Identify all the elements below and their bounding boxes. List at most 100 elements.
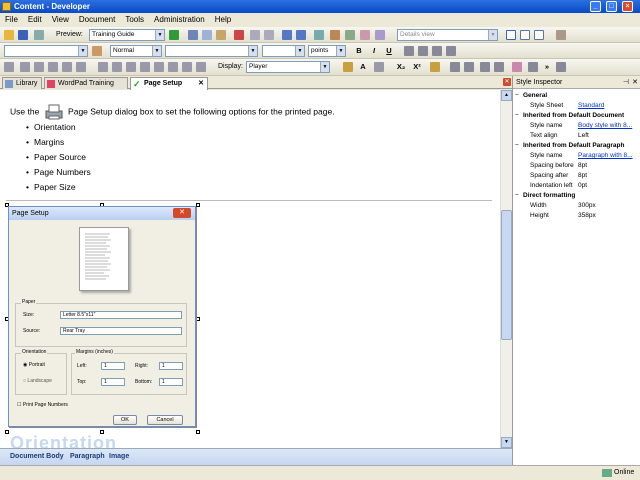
eraser-icon[interactable]: [430, 62, 440, 72]
layout-3-icon[interactable]: [534, 30, 544, 40]
tab-close-icon[interactable]: ✕: [198, 78, 204, 89]
subscript-button[interactable]: X₂: [394, 62, 408, 72]
highlight-icon[interactable]: [343, 62, 353, 72]
insert-anchor-icon[interactable]: [34, 62, 44, 72]
underline-button[interactable]: U: [384, 46, 394, 56]
style-brush-icon[interactable]: [92, 46, 102, 56]
spell-check-icon[interactable]: [360, 30, 370, 40]
variable-icon[interactable]: [154, 62, 164, 72]
document-editor[interactable]: Use the Page Setup dialog box to set the…: [0, 90, 500, 448]
save-icon[interactable]: [18, 30, 28, 40]
resize-handle[interactable]: [5, 430, 9, 434]
align-right-icon[interactable]: [432, 46, 442, 56]
options-icon[interactable]: [556, 62, 566, 72]
layout-1-icon[interactable]: [506, 30, 516, 40]
media-icon[interactable]: [126, 62, 136, 72]
close-window-button[interactable]: ×: [622, 1, 633, 12]
find-icon[interactable]: [250, 30, 260, 40]
snippet-icon[interactable]: [168, 62, 178, 72]
open-icon[interactable]: [4, 30, 14, 40]
scroll-down-icon[interactable]: ▼: [501, 437, 512, 448]
bullets-icon[interactable]: [450, 62, 460, 72]
tab-page-setup[interactable]: ✓ Page Setup ✕: [130, 77, 208, 90]
property-link[interactable]: Paragraph with 8...: [578, 151, 640, 161]
clear-format-icon[interactable]: [374, 62, 384, 72]
font-size-combo[interactable]: ▼: [262, 45, 305, 57]
view-combo[interactable]: Details view ▼: [397, 29, 498, 41]
font-color-button[interactable]: A: [358, 62, 368, 72]
path-paragraph[interactable]: Paragraph: [70, 449, 105, 465]
display-combo[interactable]: Player ▼: [246, 61, 330, 73]
table-icon[interactable]: [345, 30, 355, 40]
document-scrollbar[interactable]: ▲ ▼: [500, 90, 512, 448]
menu-help[interactable]: Help: [210, 13, 236, 27]
section-general[interactable]: General: [513, 91, 640, 101]
outdent-icon[interactable]: [480, 62, 490, 72]
insert-1-icon[interactable]: [4, 62, 14, 72]
path-document-body[interactable]: Document Body: [10, 449, 64, 465]
insert-table-icon[interactable]: [62, 62, 72, 72]
resize-handle[interactable]: [196, 317, 200, 321]
close-document-icon[interactable]: ✕: [503, 78, 511, 86]
more-icon[interactable]: »: [542, 62, 552, 72]
cut-icon[interactable]: [188, 30, 198, 40]
menu-tools[interactable]: Tools: [120, 13, 149, 27]
preview-combo[interactable]: Training Guide ▼: [89, 29, 165, 41]
style-icon[interactable]: [512, 62, 522, 72]
maximize-button[interactable]: □: [606, 1, 617, 12]
page-setup-image[interactable]: Page Setup ✕ Paper Size: Letter 8.5"x11"…: [8, 206, 196, 427]
align-left-icon[interactable]: [404, 46, 414, 56]
menu-file[interactable]: File: [0, 13, 23, 27]
align-center-icon[interactable]: [418, 46, 428, 56]
menu-edit[interactable]: Edit: [23, 13, 47, 27]
font-name-combo[interactable]: ▼: [165, 45, 258, 57]
numbering-icon[interactable]: [464, 62, 474, 72]
menu-administration[interactable]: Administration: [149, 13, 210, 27]
settings-icon[interactable]: [556, 30, 566, 40]
undo-icon[interactable]: [282, 30, 292, 40]
path-image[interactable]: Image: [109, 449, 129, 465]
justify-icon[interactable]: [446, 46, 456, 56]
superscript-button[interactable]: X²: [410, 62, 424, 72]
glossary-icon[interactable]: [196, 62, 206, 72]
font-combo[interactable]: ▼: [4, 45, 88, 57]
tab-wordpad-training[interactable]: WordPad Training: [44, 77, 128, 89]
indent-icon[interactable]: [494, 62, 504, 72]
section-inherited-paragraph[interactable]: Inherited from Default Paragraph: [513, 141, 640, 151]
print-icon[interactable]: [34, 30, 44, 40]
tab-library[interactable]: Library: [2, 77, 42, 89]
menu-view[interactable]: View: [47, 13, 74, 27]
go-icon[interactable]: [169, 30, 179, 40]
resize-handle[interactable]: [196, 430, 200, 434]
field-icon[interactable]: [140, 62, 150, 72]
redo-icon[interactable]: [296, 30, 306, 40]
image-icon[interactable]: [330, 30, 340, 40]
resize-handle[interactable]: [196, 203, 200, 207]
properties-icon[interactable]: [375, 30, 385, 40]
scroll-thumb[interactable]: [501, 210, 512, 340]
size-unit-combo[interactable]: points ▼: [308, 45, 346, 57]
condition-icon[interactable]: [182, 62, 192, 72]
layout-2-icon[interactable]: [520, 30, 530, 40]
replace-icon[interactable]: [264, 30, 274, 40]
insert-link-icon[interactable]: [20, 62, 30, 72]
link-icon[interactable]: [314, 30, 324, 40]
property-link[interactable]: Body style with 8...: [578, 121, 640, 131]
style-combo[interactable]: Normal ▼: [110, 45, 162, 57]
insert-image-icon[interactable]: [48, 62, 58, 72]
bold-button[interactable]: B: [354, 46, 364, 56]
paste-icon[interactable]: [216, 30, 226, 40]
property-link[interactable]: Standard: [578, 101, 640, 111]
italic-button[interactable]: I: [369, 46, 379, 56]
pin-icon[interactable]: ⊣: [623, 76, 629, 89]
close-icon[interactable]: ✕: [632, 76, 638, 89]
insert-grid-icon[interactable]: [76, 62, 86, 72]
minimize-button[interactable]: _: [590, 1, 601, 12]
symbol-icon[interactable]: [112, 62, 122, 72]
section-direct-formatting[interactable]: Direct formatting: [513, 191, 640, 201]
section-inherited-document[interactable]: Inherited from Default Document: [513, 111, 640, 121]
paragraph-icon[interactable]: [528, 62, 538, 72]
delete-icon[interactable]: [234, 30, 244, 40]
menu-document[interactable]: Document: [74, 13, 120, 27]
copy-icon[interactable]: [202, 30, 212, 40]
